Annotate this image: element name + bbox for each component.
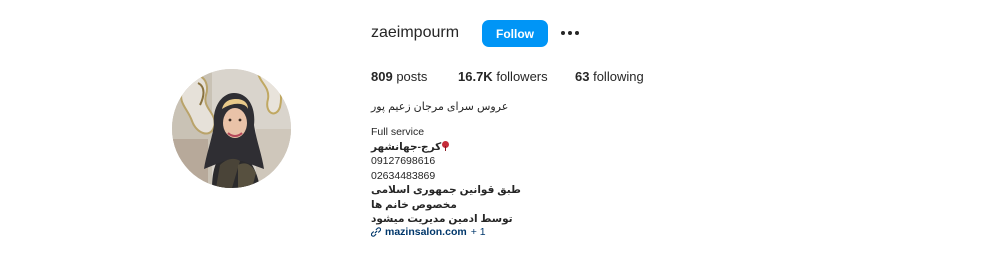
bio-line: طبق قوانین جمهوری اسلامی [371,184,521,196]
link-extra-count: + 1 [470,226,486,238]
more-options-icon[interactable] [558,22,582,44]
profile-bio: Full service کرج-جهانشهر 09127698616 026… [371,125,521,227]
dot [561,31,565,35]
posts-count: 809 [371,69,393,84]
profile-link[interactable]: mazinsalon.com + 1 [371,226,486,238]
followers-stat[interactable]: 16.7K followers [458,69,548,84]
dot [568,31,572,35]
bio-phone-2: 02634483869 [371,169,436,182]
bio-phone-1: 09127698616 [371,155,436,167]
bio-location-line: کرج-جهانشهر [371,140,521,155]
followers-label: followers [496,69,548,84]
following-count: 63 [575,69,590,84]
bio-line: توسط ادمین مدیریت میشود [371,213,513,225]
posts-stat: 809 posts [371,69,427,84]
avatar-photo [172,69,291,188]
bio-location-text: کرج-جهانشهر [371,140,442,153]
followers-count: 16.7K [458,69,493,84]
link-text: mazinsalon.com [385,226,467,238]
following-label: following [593,69,644,84]
location-pin-icon [442,140,450,151]
profile-full-name: عروس سرای مرجان زعیم پور [371,101,509,113]
follow-button[interactable]: Follow [482,20,548,47]
link-icon [371,227,381,237]
following-stat[interactable]: 63 following [575,69,644,84]
profile-username: zaeimpourm [371,24,460,41]
profile-avatar[interactable] [172,69,291,188]
posts-label: posts [396,69,428,84]
dot [575,31,579,35]
bio-line: مخصوص خانم ها [371,198,457,211]
bio-line: Full service [371,126,425,138]
